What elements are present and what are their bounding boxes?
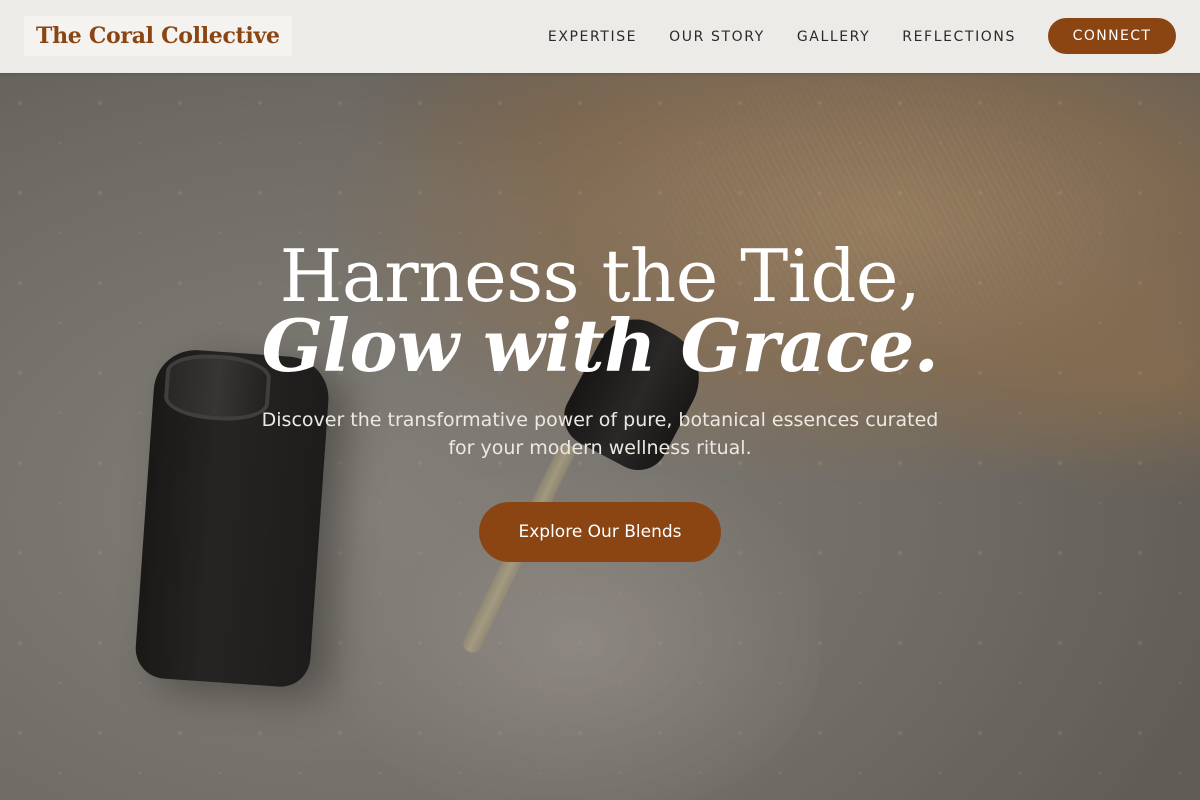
nav-link-gallery[interactable]: GALLERY: [797, 29, 870, 45]
nav-link-reflections[interactable]: REFLECTIONS: [902, 29, 1016, 45]
explore-blends-button[interactable]: Explore Our Blends: [479, 502, 721, 562]
brand-logo[interactable]: The Coral Collective: [24, 16, 292, 56]
nav-link-expertise[interactable]: EXPERTISE: [548, 29, 637, 45]
hero-title: Harness the Tide,: [279, 234, 921, 318]
top-navigation-bar: The Coral Collective EXPERTISE OUR STORY…: [0, 0, 1200, 73]
nav-links: EXPERTISE OUR STORY GALLERY REFLECTIONS: [548, 0, 1016, 73]
hero-subtitle: Discover the transformative power of pur…: [261, 409, 939, 459]
nav-link-our-story[interactable]: OUR STORY: [669, 29, 765, 45]
connect-button[interactable]: CONNECT: [1048, 18, 1176, 54]
hero-title-italic: Glow with Grace.: [261, 303, 939, 388]
hero-section: Harness the Tide, Glow with Grace. Disco…: [0, 73, 1200, 800]
